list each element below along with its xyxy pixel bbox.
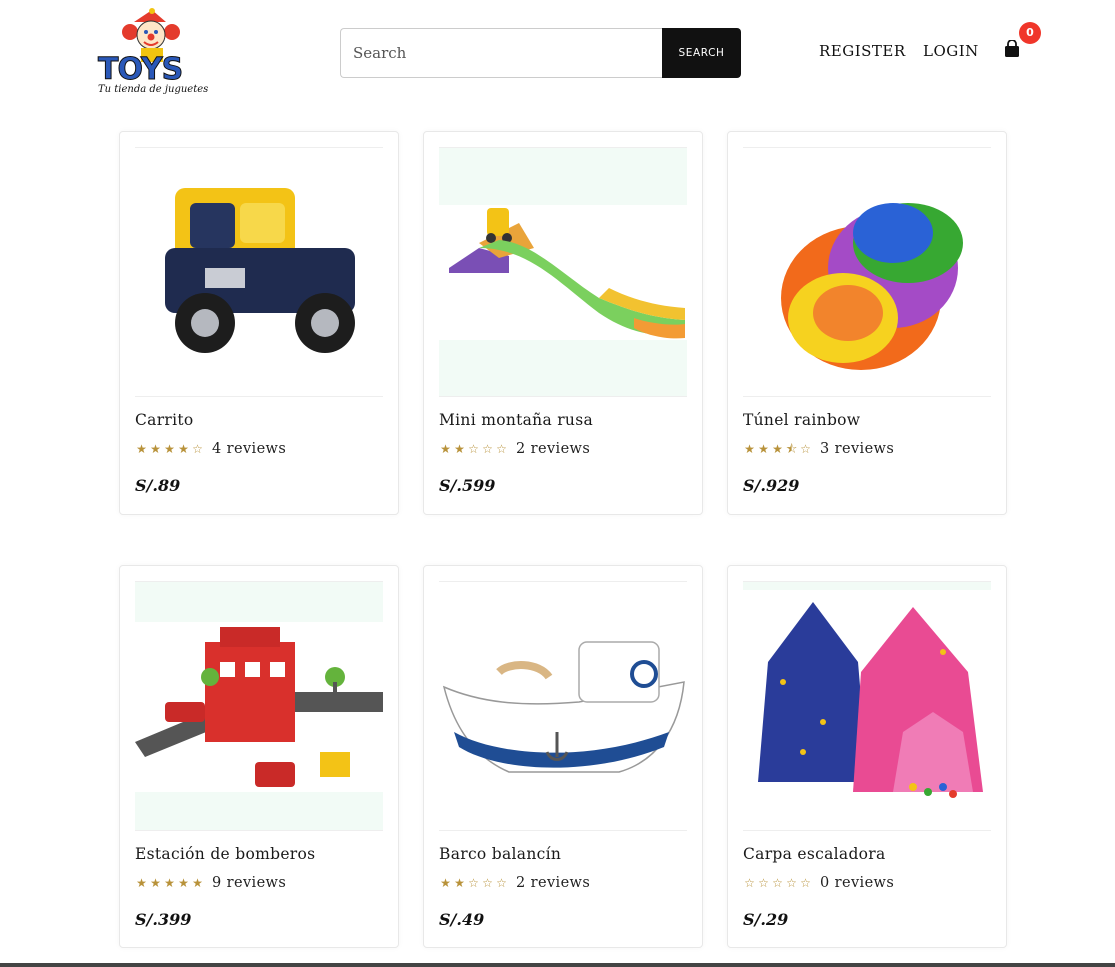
review-count: 4 reviews [212,441,287,457]
rocking-boat-image [442,641,685,773]
star-empty-icon: ☆ [772,876,783,890]
product-card[interactable]: Barco balancín ★ ★ ☆ ☆ ☆ 2 reviews S/.49 [423,565,703,948]
logo[interactable]: TOYS Tu tienda de juguetes [94,8,210,100]
mini-roller-coaster-image [439,205,687,340]
review-count: 2 reviews [516,441,591,457]
star-empty-icon: ☆ [496,876,507,890]
star-empty-icon: ☆ [468,876,479,890]
product-title[interactable]: Mini montaña rusa [439,411,593,429]
product-image[interactable] [743,581,991,831]
product-card[interactable]: Túnel rainbow ★ ★ ★ ⯪ ☆ 3 reviews S/.929 [727,131,1007,515]
rainbow-tunnel-image [781,203,963,370]
product-price: S/.29 [743,910,789,929]
star-empty-icon: ☆ [192,442,203,456]
rating-stars: ★ ★ ★ ★ ☆ [135,443,204,455]
star-full-icon: ★ [178,442,189,456]
product-title[interactable]: Carrito [135,411,194,429]
review-count: 2 reviews [516,875,591,891]
star-empty-icon: ☆ [496,442,507,456]
star-half-icon: ⯪ [785,442,798,456]
star-full-icon: ★ [440,442,451,456]
search-button[interactable]: SEARCH [662,28,741,78]
product-title[interactable]: Barco balancín [439,845,561,863]
product-card[interactable]: Carrito ★ ★ ★ ★ ☆ 4 reviews S/.89 [119,131,399,515]
rating-stars: ★ ★ ☆ ☆ ☆ [439,443,508,455]
star-empty-icon: ☆ [744,876,755,890]
star-full-icon: ★ [136,442,147,456]
star-full-icon: ★ [440,876,451,890]
toy-car-image [165,188,355,353]
product-title[interactable]: Estación de bomberos [135,845,315,863]
product-image[interactable] [135,581,383,831]
star-full-icon: ★ [164,876,175,890]
rating-stars: ☆ ☆ ☆ ☆ ☆ [743,877,812,889]
register-link[interactable]: REGISTER [819,42,906,60]
star-full-icon: ★ [192,876,203,890]
star-full-icon: ★ [758,442,769,456]
fire-station-image [135,622,383,792]
product-price: S/.399 [135,910,192,929]
search-bar: SEARCH [340,28,741,78]
product-price: S/.49 [439,910,485,929]
product-title[interactable]: Túnel rainbow [743,411,860,429]
star-full-icon: ★ [150,442,161,456]
page-bottom-border [0,963,1115,967]
search-input[interactable] [340,28,662,78]
login-link[interactable]: LOGIN [923,42,979,60]
star-empty-icon: ☆ [482,876,493,890]
star-full-icon: ★ [772,442,783,456]
star-full-icon: ★ [178,876,189,890]
rating-stars: ★ ★ ☆ ☆ ☆ [439,877,508,889]
star-empty-icon: ☆ [468,442,479,456]
product-image[interactable] [439,581,687,831]
logo-tagline: Tu tienda de juguetes [98,84,209,95]
product-card[interactable]: Estación de bomberos ★ ★ ★ ★ ★ 9 reviews S/.… [119,565,399,948]
star-full-icon: ★ [136,876,147,890]
product-price: S/.929 [743,476,800,495]
rating-stars: ★ ★ ★ ★ ★ [135,877,204,889]
product-price: S/.89 [135,476,181,495]
star-empty-icon: ☆ [482,442,493,456]
star-full-icon: ★ [454,442,465,456]
product-card[interactable]: Mini montaña rusa ★ ★ ☆ ☆ ☆ 2 reviews S/.599 [423,131,703,515]
star-empty-icon: ☆ [800,876,811,890]
star-empty-icon: ☆ [786,876,797,890]
star-empty-icon: ☆ [800,442,811,456]
star-full-icon: ★ [744,442,755,456]
rating-stars: ★ ★ ★ ⯪ ☆ [743,443,812,455]
product-image[interactable] [135,147,383,397]
star-full-icon: ★ [164,442,175,456]
play-tent-image [743,590,991,830]
product-price: S/.599 [439,476,496,495]
review-count: 3 reviews [820,441,895,457]
product-title[interactable]: Carpa escaladora [743,845,886,863]
star-empty-icon: ☆ [758,876,769,890]
star-full-icon: ★ [150,876,161,890]
star-full-icon: ★ [454,876,465,890]
cart-count-badge: 0 [1019,22,1041,44]
product-image[interactable] [743,147,991,397]
product-card[interactable]: Carpa escaladora ☆ ☆ ☆ ☆ ☆ 0 reviews S/.29 [727,565,1007,948]
review-count: 0 reviews [820,875,895,891]
site-header: TOYS Tu tienda de juguetes SEARCH REGIST… [0,0,1115,110]
product-image[interactable] [439,147,687,397]
review-count: 9 reviews [212,875,287,891]
logo-text: TOYS [97,52,183,88]
shopping-bag-icon[interactable] [1004,39,1024,62]
